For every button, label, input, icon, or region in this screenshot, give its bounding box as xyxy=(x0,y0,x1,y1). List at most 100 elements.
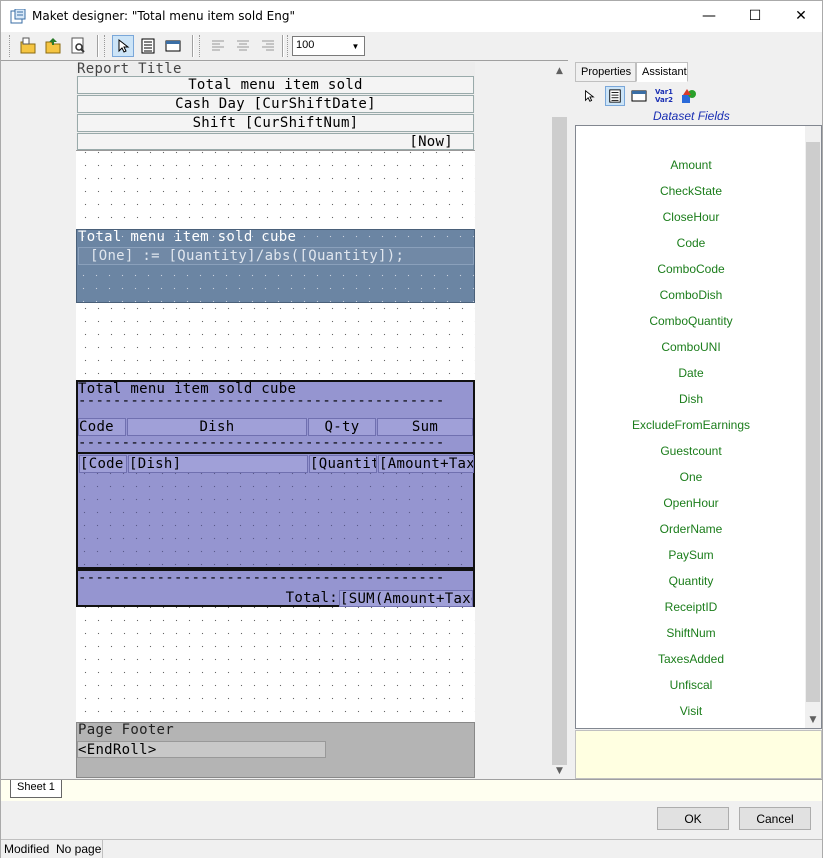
dataset-fields-list[interactable]: Amount CheckState CloseHour Code ComboCo… xyxy=(575,125,822,729)
memo-icon[interactable] xyxy=(605,86,625,106)
header-qty[interactable]: Q-ty xyxy=(308,418,376,436)
cube2-data-band[interactable]: [Code] [Dish] [Quantity] [Amount+TaxesAd… xyxy=(76,454,475,569)
design-area[interactable]: Report Title Total menu item sold Cash D… xyxy=(1,60,568,779)
list-item[interactable]: OpenHour xyxy=(576,496,806,510)
band-icon[interactable] xyxy=(629,86,649,106)
hint-panel xyxy=(575,730,822,779)
tab-assistant[interactable]: Assistant xyxy=(636,62,688,82)
cube1-expression[interactable]: [One] := [Quantity]/abs([Quantity]); xyxy=(78,247,474,265)
page-footer-title: Page Footer xyxy=(78,722,175,738)
header-sum[interactable]: Sum xyxy=(377,418,473,436)
list-item[interactable]: ShiftNum xyxy=(576,626,806,640)
maximize-button[interactable]: ☐ xyxy=(732,1,778,31)
list-item[interactable]: Date xyxy=(576,366,806,380)
list-item[interactable]: Visit xyxy=(576,704,806,718)
scroll-down-icon[interactable]: ▼ xyxy=(551,762,568,779)
maket-designer-window: Maket designer: "Total menu item sold En… xyxy=(0,0,823,858)
cancel-button[interactable]: Cancel xyxy=(739,807,811,830)
cube1-title: Total menu item sold cube xyxy=(78,229,297,245)
zoom-select[interactable]: 100 ▼ xyxy=(292,36,365,56)
list-item[interactable]: Code xyxy=(576,236,806,250)
open-report-icon[interactable] xyxy=(42,35,64,57)
ok-button[interactable]: OK xyxy=(657,807,729,830)
list-item[interactable]: ExcludeFromEarnings xyxy=(576,418,806,432)
dash-line: ----------------------------------------… xyxy=(78,438,445,448)
close-button[interactable]: ✕ xyxy=(778,1,823,31)
list-item[interactable]: Quantity xyxy=(576,574,806,588)
preview-icon[interactable] xyxy=(67,35,89,57)
report-title-band[interactable]: Report Title Total menu item sold Cash D… xyxy=(76,61,475,151)
title-field[interactable]: Total menu item sold xyxy=(77,76,474,94)
list-item[interactable]: Guestcount xyxy=(576,444,806,458)
align-center-icon[interactable] xyxy=(232,35,254,57)
header-dish[interactable]: Dish xyxy=(127,418,307,436)
cube2-footer-band[interactable]: ----------------------------------------… xyxy=(76,569,475,607)
list-item[interactable]: ComboDish xyxy=(576,288,806,302)
new-report-icon[interactable] xyxy=(17,35,39,57)
cube2-header-band[interactable]: Total menu item sold cube --------------… xyxy=(76,380,475,454)
status-divider xyxy=(102,840,103,858)
select-pointer-icon[interactable] xyxy=(112,35,134,57)
dataset-fields-title: Dataset Fields xyxy=(653,109,730,123)
align-left-icon[interactable] xyxy=(207,35,229,57)
list-item[interactable]: ComboCode xyxy=(576,262,806,276)
shift-field[interactable]: Shift [CurShiftNum] xyxy=(77,114,474,132)
data-amount[interactable]: [Amount+TaxesAdded] xyxy=(378,455,474,473)
text-memo-icon[interactable] xyxy=(137,35,159,57)
scroll-up-icon[interactable]: ▲ xyxy=(551,62,568,79)
title-bar: Maket designer: "Total menu item sold En… xyxy=(1,1,822,32)
toolbar-grip[interactable] xyxy=(104,35,107,57)
band-title: Report Title xyxy=(77,61,182,77)
sheet-tab-bar: Sheet 1 xyxy=(1,779,822,801)
endroll-field[interactable]: <EndRoll> xyxy=(77,741,326,758)
toolbar-grip[interactable] xyxy=(287,35,290,57)
fields-scrollbar[interactable]: ▼ xyxy=(805,126,821,728)
list-item[interactable]: ReceiptID xyxy=(576,600,806,614)
toolbar-separator xyxy=(97,35,99,57)
scroll-down-icon[interactable]: ▼ xyxy=(805,712,821,728)
scroll-thumb[interactable] xyxy=(552,117,567,765)
list-item[interactable]: Unfiscal xyxy=(576,678,806,692)
data-code[interactable]: [Code] xyxy=(79,455,127,473)
status-page: No page xyxy=(56,842,102,856)
cube2-title: Total menu item sold cube xyxy=(78,381,297,397)
select-pointer-icon[interactable] xyxy=(579,86,599,106)
status-bar: Modified No page xyxy=(1,839,822,858)
list-item[interactable]: One xyxy=(576,470,806,484)
tab-properties[interactable]: Properties xyxy=(575,62,636,82)
total-label[interactable]: Total: xyxy=(278,590,338,607)
minimize-button[interactable]: — xyxy=(686,1,732,31)
total-sum-field[interactable]: [SUM(Amount+TaxesAdded)] xyxy=(339,590,473,607)
list-item[interactable]: CloseHour xyxy=(576,210,806,224)
toolbar-grip[interactable] xyxy=(9,35,12,57)
list-item[interactable]: TaxesAdded xyxy=(576,652,806,666)
list-item[interactable]: Amount xyxy=(576,158,806,172)
list-item[interactable]: ComboUNI xyxy=(576,340,806,354)
list-item[interactable]: PaySum xyxy=(576,548,806,562)
page-footer-band[interactable]: Page Footer <EndRoll> xyxy=(76,722,475,778)
variables-icon[interactable]: Var1 Var2 xyxy=(654,86,674,106)
list-item[interactable]: Dish xyxy=(576,392,806,406)
data-dish[interactable]: [Dish] xyxy=(128,455,308,473)
scroll-thumb[interactable] xyxy=(806,142,820,702)
list-item[interactable]: OrderName xyxy=(576,522,806,536)
list-item[interactable]: ComboQuantity xyxy=(576,314,806,328)
report-page[interactable]: Report Title Total menu item sold Cash D… xyxy=(76,61,475,778)
toolbar-separator xyxy=(192,35,194,57)
zoom-value: 100 xyxy=(296,39,315,51)
data-quantity[interactable]: [Quantity] xyxy=(309,455,377,473)
now-field[interactable]: [Now] xyxy=(77,133,474,150)
band-icon[interactable] xyxy=(162,35,184,57)
chevron-down-icon[interactable]: ▼ xyxy=(347,37,364,55)
sheet-tab[interactable]: Sheet 1 xyxy=(10,780,62,798)
design-scrollbar[interactable]: ▲ ▼ xyxy=(551,62,568,779)
header-code[interactable]: Code xyxy=(78,418,126,436)
cash-day-field[interactable]: Cash Day [CurShiftDate] xyxy=(77,95,474,113)
toolbar-grip[interactable] xyxy=(199,35,202,57)
cube1-band[interactable]: Total menu item sold cube [One] := [Quan… xyxy=(76,229,475,303)
status-modified: Modified xyxy=(4,842,50,856)
list-item[interactable]: CheckState xyxy=(576,184,806,198)
align-right-icon[interactable] xyxy=(257,35,279,57)
shapes-icon[interactable] xyxy=(679,86,699,106)
dash-line: ----------------------------------------… xyxy=(78,396,445,406)
